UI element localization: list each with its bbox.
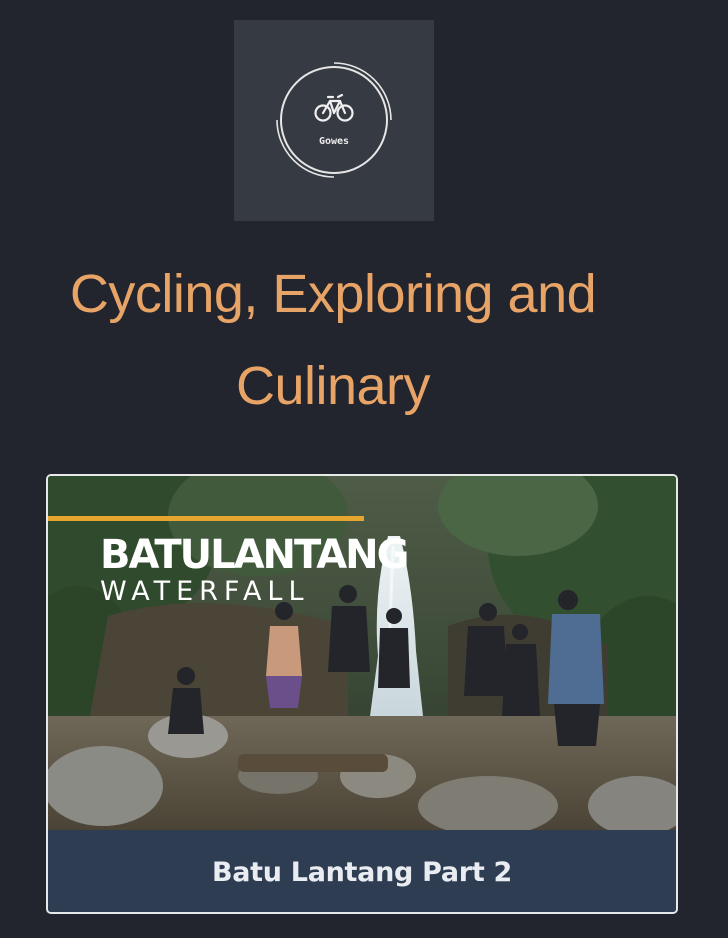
video-thumbnail[interactable]: BATULANTANG WATERFALL <box>48 476 676 830</box>
overlay-title: BATULANTANG <box>100 532 407 578</box>
accent-line <box>48 516 364 521</box>
video-caption-bar[interactable]: Batu Lantang Part 2 <box>48 830 676 912</box>
waterfall-scene <box>48 476 676 830</box>
video-caption: Batu Lantang Part 2 <box>211 856 513 888</box>
video-card[interactable]: BATULANTANG WATERFALL Batu Lantang Part … <box>46 474 678 914</box>
overlay-subtitle: WATERFALL <box>100 576 310 607</box>
bicycle-icon <box>314 93 354 122</box>
headline-line-1: Cycling, Exploring and <box>69 264 597 324</box>
headline-line-2: Culinary <box>235 356 431 416</box>
site-logo[interactable]: Gowes <box>234 20 434 221</box>
page-headline: Cycling, Exploring and Culinary <box>0 248 666 432</box>
logo-name: Gowes <box>319 136 349 147</box>
logo-emblem: Gowes <box>276 62 392 178</box>
